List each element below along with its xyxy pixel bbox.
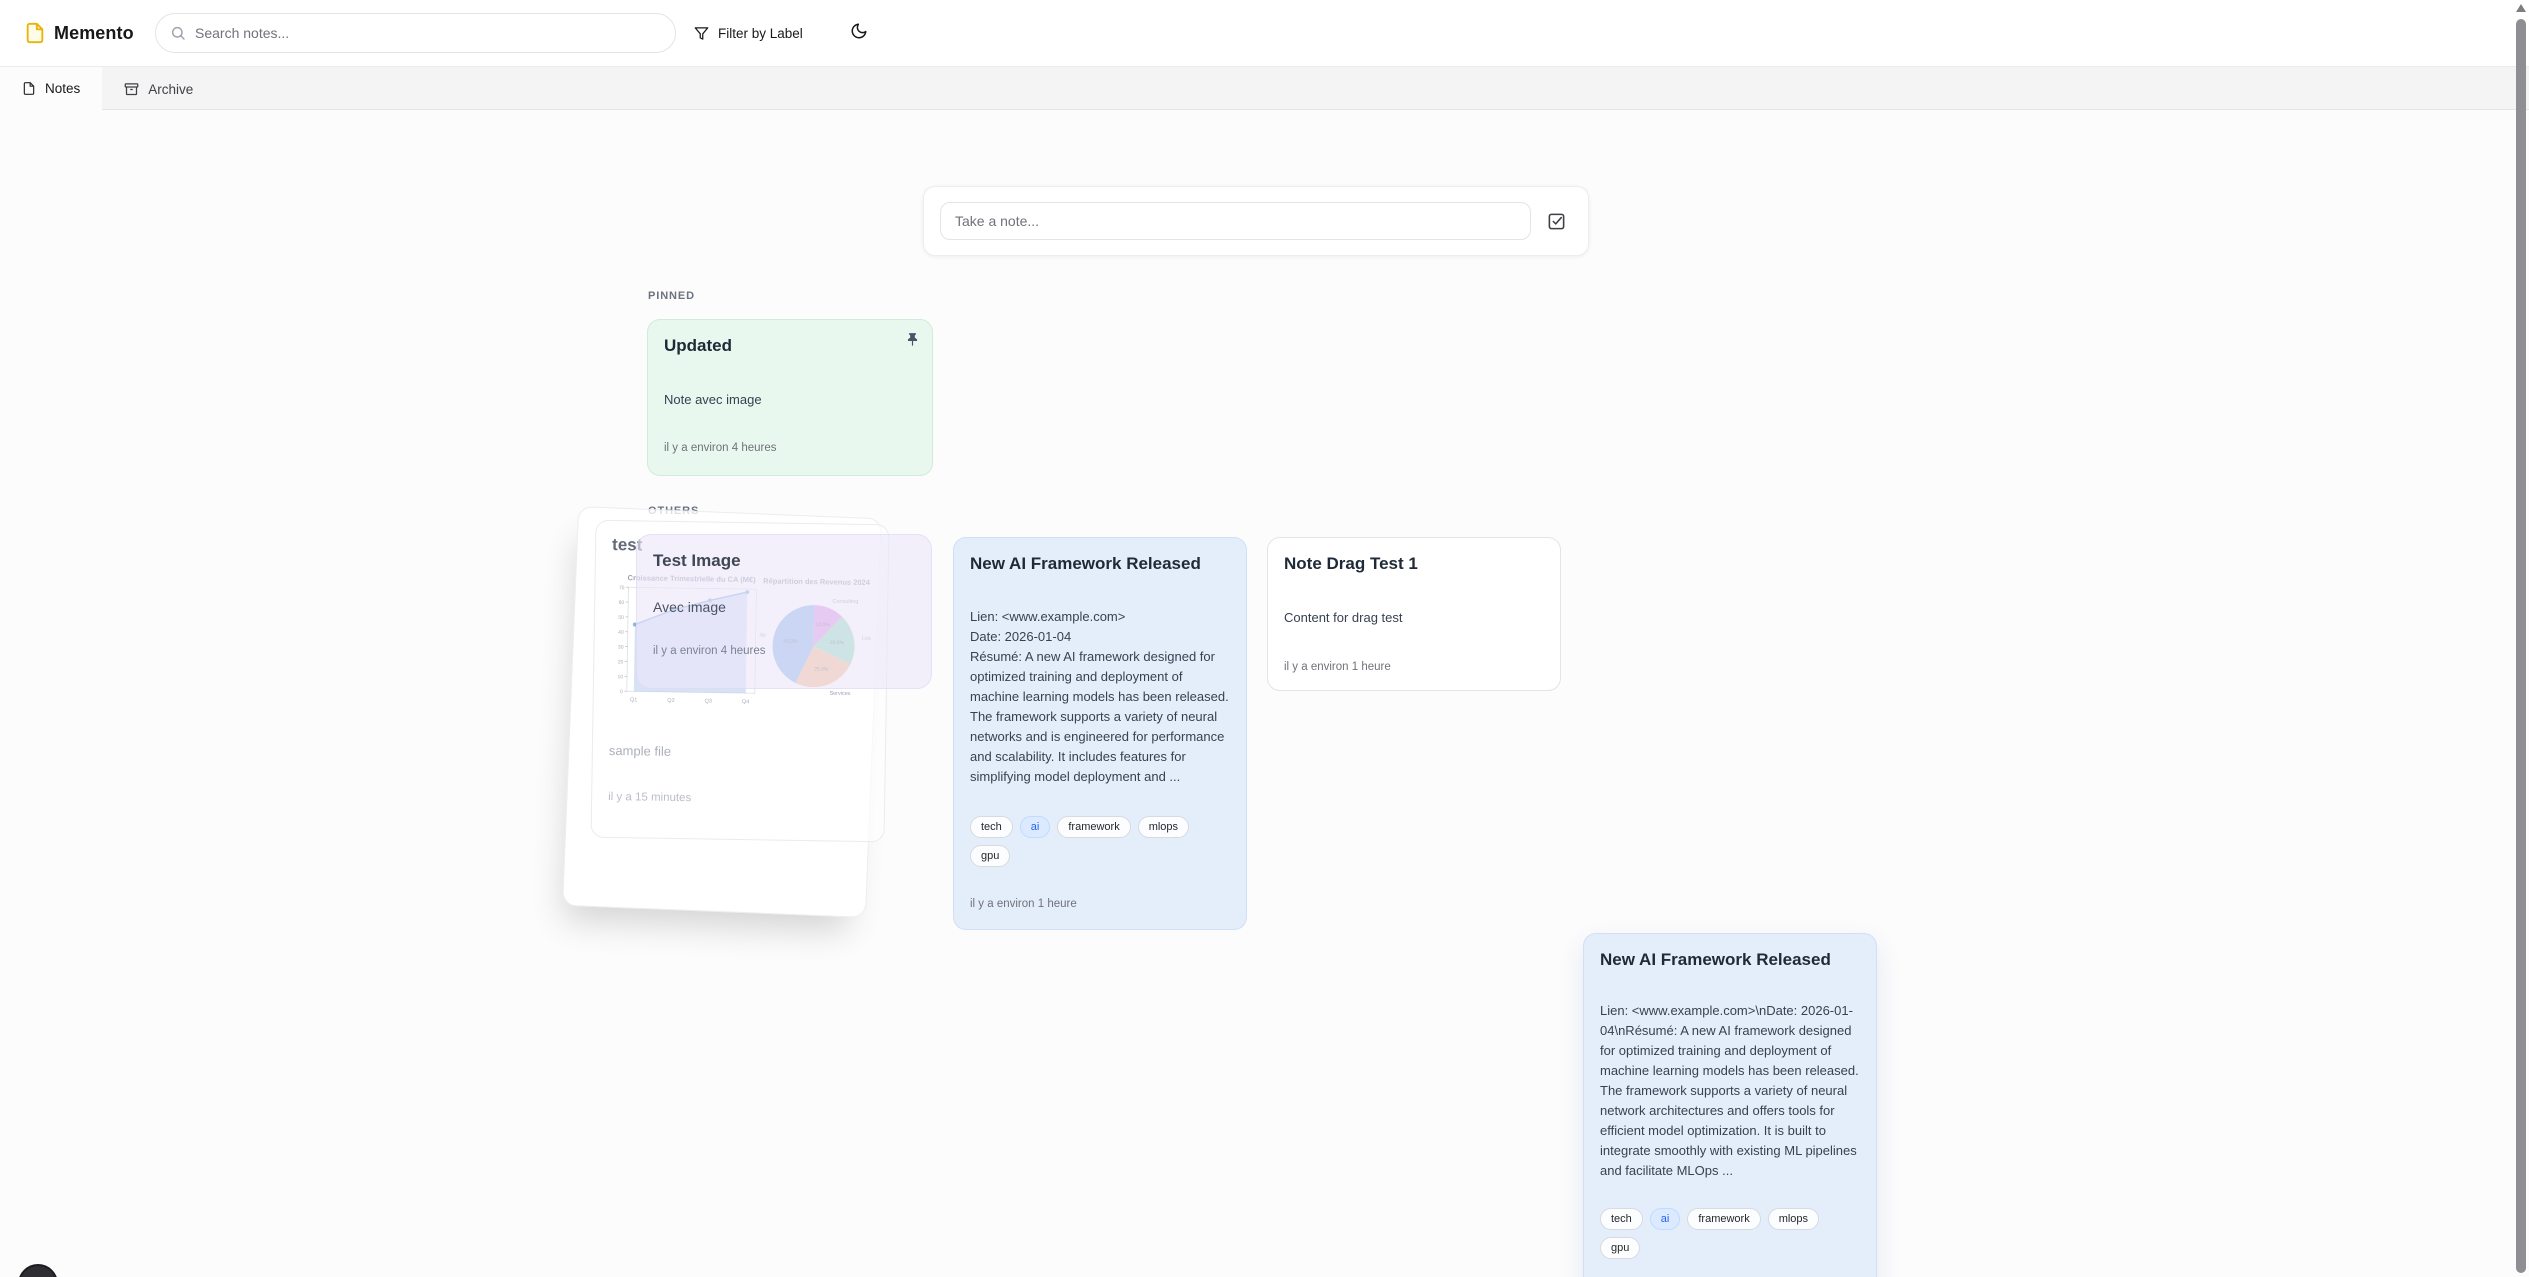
svg-text:Q1: Q1 [630, 697, 637, 703]
search-input[interactable] [195, 25, 661, 41]
filter-by-label-button[interactable]: Filter by Label [694, 0, 803, 66]
note-timestamp: il y a 15 minutes [608, 791, 868, 807]
tag-mlops[interactable]: mlops [1138, 816, 1189, 838]
tag-framework[interactable]: framework [1057, 816, 1130, 838]
note-card-ai-framework[interactable]: New AI Framework Released Lien: <www.exa… [953, 537, 1247, 930]
funnel-icon [694, 26, 709, 41]
note-content: Note avec image [664, 390, 916, 410]
pinned-note-card[interactable]: Updated Note avec image il y a environ 4… [647, 319, 933, 476]
tag-gpu[interactable]: gpu [970, 845, 1010, 867]
tab-archive-label: Archive [148, 82, 193, 97]
notes-board: PINNED Updated Note avec image il y a en… [0, 110, 2529, 1277]
dragged-note-card-ai-framework[interactable]: New AI Framework Released Lien: <www.exa… [1583, 933, 1877, 1277]
tag-list: techai framework mlops gpu [970, 816, 1230, 867]
checkbox-icon[interactable] [1547, 212, 1566, 231]
app-logo-note-icon [24, 21, 46, 45]
tag-tech[interactable]: tech [970, 816, 1013, 838]
user-avatar[interactable]: N [18, 1264, 58, 1277]
filter-by-label-text: Filter by Label [718, 26, 803, 41]
tag-mlops[interactable]: mlops [1768, 1208, 1819, 1230]
vertical-scrollbar[interactable] [2514, 0, 2528, 1277]
svg-text:40: 40 [618, 630, 624, 636]
app-title: Memento [54, 23, 134, 44]
tag-list: techai framework mlops gpu [1600, 1208, 1860, 1259]
note-timestamp: il y a environ 4 heures [653, 645, 915, 657]
file-icon [22, 81, 36, 96]
tag-gpu[interactable]: gpu [1600, 1237, 1640, 1259]
note-timestamp: il y a environ 4 heures [664, 442, 916, 454]
tag-ai[interactable]: ai [1020, 816, 1051, 838]
scroll-up-arrow-icon[interactable] [2516, 4, 2526, 12]
svg-text:60: 60 [619, 600, 625, 606]
drag-overlay-note-card[interactable]: Test Image Avec image il y a environ 4 h… [636, 534, 932, 689]
tag-ai[interactable]: ai [1650, 1208, 1681, 1230]
tab-notes-label: Notes [45, 81, 80, 96]
note-timestamp: il y a environ 1 heure [970, 898, 1230, 910]
svg-text:70: 70 [619, 585, 625, 591]
search-icon [170, 25, 186, 41]
note-content: Content for drag test [1284, 608, 1544, 628]
search-box[interactable] [155, 13, 676, 53]
note-title: New AI Framework Released [970, 554, 1230, 574]
archive-icon [124, 82, 139, 97]
svg-text:Services: Services [829, 691, 850, 697]
tab-archive[interactable]: Archive [102, 67, 215, 111]
note-composer [923, 186, 1589, 256]
note-title: New AI Framework Released [1600, 950, 1860, 970]
svg-text:Q3: Q3 [705, 698, 712, 704]
tab-notes[interactable]: Notes [0, 67, 102, 111]
svg-text:Q2: Q2 [667, 698, 674, 704]
svg-text:10: 10 [617, 674, 623, 680]
pinned-section-label: PINNED [648, 290, 695, 302]
note-title: Test Image [653, 551, 915, 571]
note-timestamp: il y a environ 1 heure [1284, 661, 1544, 673]
tag-tech[interactable]: tech [1600, 1208, 1643, 1230]
svg-text:50: 50 [618, 615, 624, 621]
svg-text:30: 30 [618, 645, 624, 651]
take-a-note-input[interactable] [940, 202, 1531, 240]
dark-mode-toggle[interactable] [850, 22, 868, 40]
note-content: Avec image [653, 597, 915, 617]
tag-framework[interactable]: framework [1687, 1208, 1760, 1230]
note-content: Lien: <www.example.com>\nDate: 2026-01-0… [1600, 1001, 1860, 1181]
svg-text:Q4: Q4 [742, 699, 749, 705]
note-content: Lien: <www.example.com> Date: 2026-01-04… [970, 607, 1230, 787]
note-title: Note Drag Test 1 [1284, 554, 1544, 574]
tab-bar: Notes Archive [0, 66, 2529, 110]
topbar: Memento Filter by Label [0, 0, 2529, 66]
pin-icon[interactable] [905, 331, 920, 348]
note-content: sample file [609, 741, 869, 765]
note-title: Updated [664, 336, 916, 356]
scrollbar-thumb[interactable] [2516, 19, 2526, 1273]
svg-text:20: 20 [618, 659, 624, 665]
note-card-drag-test[interactable]: Note Drag Test 1 Content for drag test i… [1267, 537, 1561, 691]
svg-text:0: 0 [620, 689, 623, 695]
